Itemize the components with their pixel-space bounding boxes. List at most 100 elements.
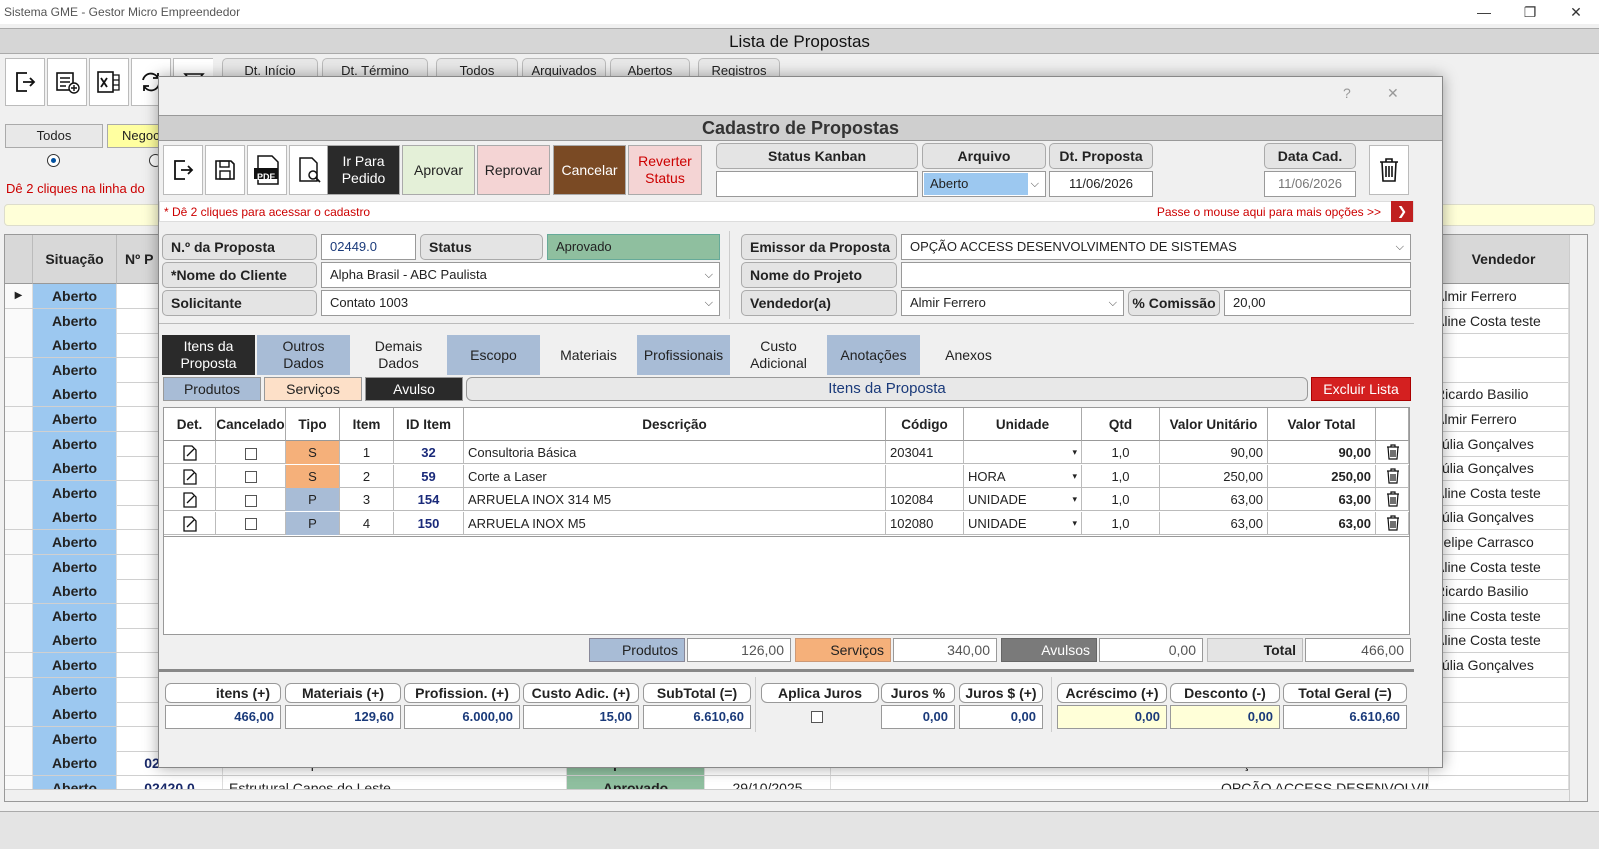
dt-proposta-field[interactable]: 11/06/2026 xyxy=(1049,171,1153,197)
emissor-select[interactable]: OPÇÃO ACCESS DESENVOLVIMENTO DE SISTEMAS… xyxy=(901,234,1411,260)
unidade-value: HORA xyxy=(968,468,1006,484)
servicos-button[interactable]: Serviços xyxy=(264,377,362,401)
maximize-button[interactable]: ❐ xyxy=(1507,0,1553,24)
reprovar-button[interactable]: Reprovar xyxy=(477,145,550,195)
row-indicator xyxy=(5,308,33,333)
cell-unidade[interactable]: ▾ xyxy=(964,441,1082,464)
tab-anexos[interactable]: Anexos xyxy=(922,335,1015,375)
reverter-status-button[interactable]: Reverter Status xyxy=(628,145,702,195)
detail-icon[interactable] xyxy=(164,441,216,464)
close-window-button[interactable]: ✕ xyxy=(1553,0,1599,24)
profissionais-label: Profission. (+) xyxy=(404,683,520,703)
arquivo-select[interactable]: Aberto ⌵ xyxy=(922,171,1046,197)
tab-escopo[interactable]: Escopo xyxy=(447,335,540,375)
group-todos[interactable]: Todos xyxy=(5,124,103,148)
col-vendedor[interactable]: Vendedor xyxy=(1429,235,1579,284)
delete-item-button[interactable] xyxy=(1376,511,1409,535)
excluir-lista-button[interactable]: Excluir Lista xyxy=(1311,377,1411,401)
profissionais-value: 6.000,00 xyxy=(404,705,520,729)
summary-divider-1 xyxy=(755,677,756,732)
desconto-value[interactable]: 0,00 xyxy=(1170,705,1280,729)
num-proposta-field[interactable]: 02449.0 xyxy=(321,234,416,260)
cell-unidade[interactable]: UNIDADE ▾ xyxy=(964,511,1082,535)
tab-profissionais[interactable]: Profissionais xyxy=(637,335,730,375)
cancelar-button[interactable]: Cancelar xyxy=(553,145,626,195)
comissao-field[interactable]: 20,00 xyxy=(1224,290,1411,316)
cliente-select[interactable]: Alpha Brasil - ABC Paulista ⌵ xyxy=(321,262,720,288)
status-kanban-field[interactable] xyxy=(716,171,918,197)
document-search-icon xyxy=(299,157,321,183)
delete-proposal-button[interactable] xyxy=(1369,145,1409,195)
cliente-label: *Nome do Cliente xyxy=(162,262,317,288)
modal-exit-button[interactable] xyxy=(163,145,203,195)
ir-para-pedido-button[interactable]: Ir Para Pedido xyxy=(327,145,400,195)
cell-codigo: 203041 xyxy=(886,441,964,464)
pdf-button[interactable]: PDF xyxy=(247,145,287,195)
aplica-juros-checkbox[interactable] xyxy=(761,705,879,729)
grid-horizontal-scrollbar[interactable] xyxy=(5,789,1569,801)
solicitante-select[interactable]: Contato 1003 ⌵ xyxy=(321,290,720,316)
item-row[interactable]: P 4 150 ARRUELA INOX M5 102080 UNIDADE ▾ 1,0 63,… xyxy=(164,511,1409,535)
juros-percent-value[interactable]: 0,00 xyxy=(881,705,955,729)
detail-icon[interactable] xyxy=(164,511,216,535)
save-button[interactable] xyxy=(205,145,245,195)
total-servicos-value: 340,00 xyxy=(893,638,997,662)
radio-todos[interactable] xyxy=(47,154,60,167)
delete-item-button[interactable] xyxy=(1376,464,1409,488)
cell-valor-total: 63,00 xyxy=(1268,488,1376,511)
tab-demais-dados[interactable]: Demais Dados xyxy=(352,335,445,375)
grid-vertical-scrollbar[interactable] xyxy=(1569,235,1587,801)
cancelado-checkbox[interactable] xyxy=(216,464,286,488)
cell-vendedor xyxy=(1429,702,1569,727)
tab-anotacoes[interactable]: Anotações xyxy=(827,335,920,375)
itens-label: itens (+) xyxy=(165,683,281,703)
aprovar-button[interactable]: Aprovar xyxy=(402,145,475,195)
vendedor-select[interactable]: Almir Ferrero ⌵ xyxy=(901,290,1124,316)
preview-button[interactable] xyxy=(289,145,329,195)
cancelado-checkbox[interactable] xyxy=(216,511,286,535)
tab-materiais[interactable]: Materiais xyxy=(542,335,635,375)
hint-right[interactable]: Passe o mouse aqui para mais opções >> xyxy=(1157,205,1381,219)
detail-icon[interactable] xyxy=(164,488,216,511)
projeto-field[interactable] xyxy=(901,262,1411,288)
cancelado-checkbox[interactable] xyxy=(216,488,286,511)
cell-unidade[interactable]: HORA ▾ xyxy=(964,464,1082,488)
juros-valor-value[interactable]: 0,00 xyxy=(959,705,1043,729)
help-button[interactable]: ? xyxy=(1343,85,1351,101)
col-situacao[interactable]: Situação xyxy=(33,235,117,284)
tab-custo-adicional[interactable]: Custo Adicional xyxy=(732,335,825,375)
delete-item-button[interactable] xyxy=(1376,488,1409,511)
custo-adicional-label: Custo Adic. (+) xyxy=(523,683,639,703)
item-row[interactable]: S 2 59 Corte a Laser HORA ▾ 1,0 250,00 250,00 xyxy=(164,464,1409,488)
cell-valor-unitario: 63,00 xyxy=(1160,488,1268,511)
cancelado-checkbox[interactable] xyxy=(216,441,286,464)
avulso-button[interactable]: Avulso xyxy=(365,377,463,401)
acrescimo-value[interactable]: 0,00 xyxy=(1057,705,1167,729)
cell-vendedor: Ricardo Basilio xyxy=(1429,382,1569,407)
summary-divider-2 xyxy=(1051,677,1052,732)
produtos-button[interactable]: Produtos xyxy=(163,377,261,401)
modal-close-button[interactable]: ✕ xyxy=(1387,85,1399,102)
detail-icon[interactable] xyxy=(164,464,216,488)
cell-vendedor xyxy=(1429,333,1569,358)
exit-button[interactable] xyxy=(5,58,45,106)
item-row[interactable]: P 3 154 ARRUELA INOX 314 M5 102084 UNIDADE ▾ 1,… xyxy=(164,488,1409,511)
col-unidade: Unidade xyxy=(964,408,1082,441)
cadastro-modal: ? ✕ Cadastro de Propostas PDF Ir Para Pe… xyxy=(158,76,1443,768)
tab-itens[interactable]: Itens da Proposta xyxy=(162,335,255,375)
col-cancelado: Cancelado xyxy=(216,408,286,441)
row-indicator: ▶ xyxy=(5,284,33,308)
minimize-button[interactable]: — xyxy=(1461,0,1507,24)
juros-valor-label: Juros $ (+) xyxy=(959,683,1043,703)
more-options-icon[interactable]: ❯ xyxy=(1391,201,1413,222)
delete-item-button[interactable] xyxy=(1376,441,1409,464)
export-excel-button[interactable] xyxy=(89,58,129,106)
cell-unidade[interactable]: UNIDADE ▾ xyxy=(964,488,1082,511)
total-label: Total xyxy=(1207,638,1303,662)
row-indicator xyxy=(5,480,33,505)
new-proposal-button[interactable] xyxy=(47,58,87,106)
item-row[interactable]: S 1 32 Consultoria Básica 203041 ▾ 1,0 90,00 90,… xyxy=(164,441,1409,464)
tab-outros-dados[interactable]: Outros Dados xyxy=(257,335,350,375)
cell-vendedor: Aline Costa teste xyxy=(1429,628,1569,653)
form-divider xyxy=(729,231,730,319)
